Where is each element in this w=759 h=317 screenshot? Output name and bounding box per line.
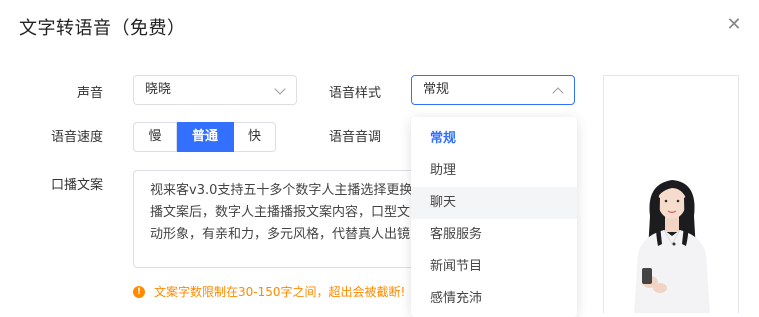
style-label: 语音样式	[328, 86, 381, 101]
speed-segmented-control: 慢 普通 快	[133, 122, 276, 152]
style-option[interactable]: 助理	[411, 155, 577, 187]
style-select[interactable]: 常规	[411, 75, 575, 105]
style-select-value: 常规	[423, 82, 450, 97]
close-icon[interactable]: ✕	[724, 15, 744, 35]
warning-icon: !	[133, 285, 145, 298]
warning-text: 文案字数限制在30-150字之间，超出会被截断!	[154, 285, 406, 299]
script-label: 口播文案	[50, 178, 103, 193]
style-option[interactable]: 新闻节目	[411, 251, 577, 283]
script-line: 播文案后，数字人主播播报文案内容，口型文	[150, 205, 411, 220]
script-line: 动形象，有亲和力，多元风格，代替真人出镜	[150, 227, 411, 242]
pitch-label: 语音音调	[328, 130, 381, 145]
script-length-warning: ! 文案字数限制在30-150字之间，超出会被截断!	[133, 283, 405, 300]
dialog-title: 文字转语音（免费）	[19, 18, 186, 39]
speed-option-fast[interactable]: 快	[234, 122, 276, 152]
script-textarea[interactable]: 视来客v3.0支持五十多个数字人主播选择更换，输入 播文案后，数字人主播播报文案…	[133, 170, 433, 268]
voice-label: 声音	[76, 86, 103, 101]
style-dropdown: 常规 助理 聊天 客服服务 新闻节目 感情充沛	[411, 117, 577, 317]
voice-select[interactable]: 晓晓	[133, 75, 297, 105]
voice-select-value: 晓晓	[145, 82, 172, 97]
speed-option-slow[interactable]: 慢	[133, 122, 177, 152]
presenter-avatar-image	[634, 180, 710, 313]
chevron-down-icon	[274, 83, 286, 95]
style-option[interactable]: 客服服务	[411, 219, 577, 251]
style-option[interactable]: 常规	[411, 123, 577, 155]
chevron-up-icon	[552, 87, 564, 99]
avatar-preview	[603, 75, 739, 313]
script-line: 视来客v3.0支持五十多个数字人主播选择更换，输入	[150, 183, 433, 198]
style-option[interactable]: 感情充沛	[411, 283, 577, 315]
speed-label: 语音速度	[50, 130, 103, 145]
style-option[interactable]: 聊天	[411, 187, 577, 219]
speed-option-normal[interactable]: 普通	[177, 122, 234, 152]
